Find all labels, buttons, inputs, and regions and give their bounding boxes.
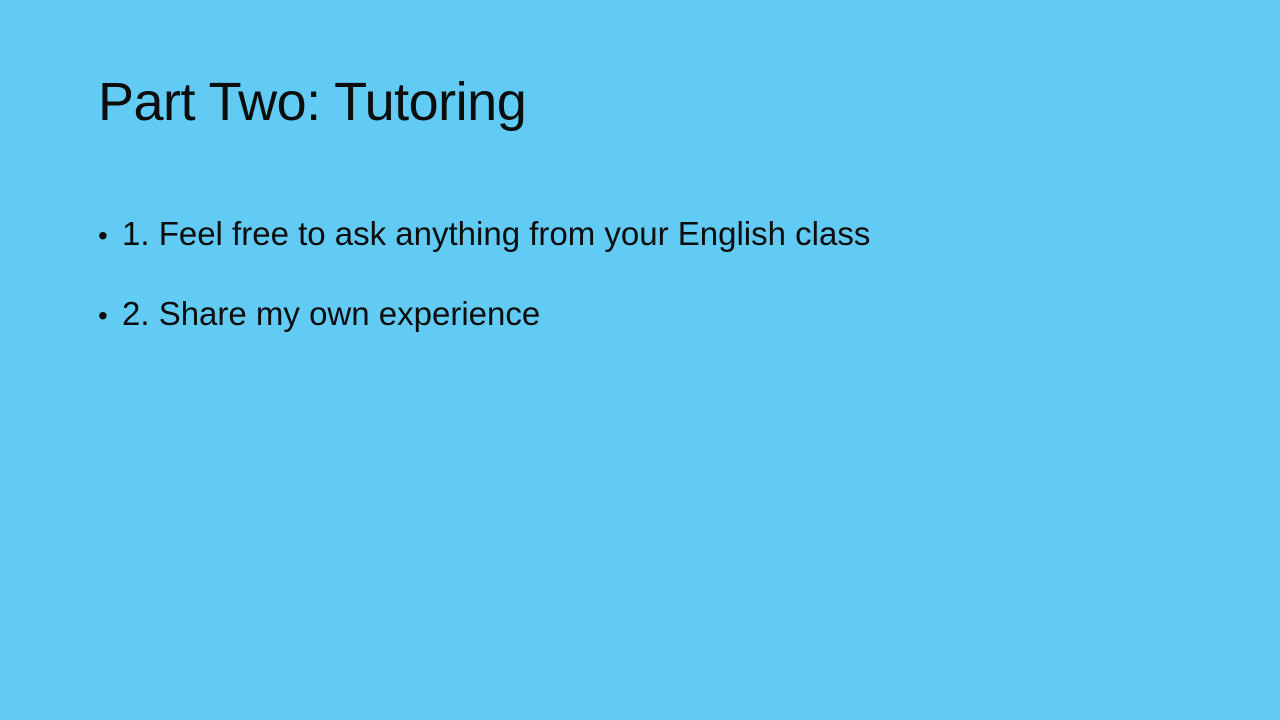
slide: Part Two: Tutoring • 1. Feel free to ask… (0, 0, 1280, 720)
bullet-text: 2. Share my own experience (122, 294, 541, 332)
bullet-list: • 1. Feel free to ask anything from your… (98, 214, 870, 373)
bullet-item-1: • 1. Feel free to ask anything from your… (98, 214, 870, 254)
bullet-marker: • (98, 299, 108, 331)
slide-title: Part Two: Tutoring (98, 72, 527, 132)
bullet-text: 1. Feel free to ask anything from your E… (122, 215, 871, 252)
bullet-item-2: • 2. Share my own experience (98, 294, 870, 334)
bullet-marker: • (98, 220, 108, 251)
